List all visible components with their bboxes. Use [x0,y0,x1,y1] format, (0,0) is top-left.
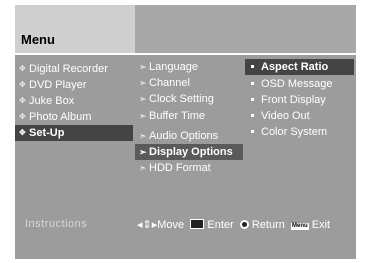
arrow-bullet-icon: ➣ [139,62,147,72]
square-bullet-icon [251,98,254,101]
instructions-keys: ◂⇕▸Move Enter Return Menu Exit [137,218,330,231]
move-label: Move [157,219,185,231]
diamond-bullet-icon: ✥ [19,128,26,137]
menu-item-photo-album[interactable]: ✥ Photo Album [15,109,133,125]
bottom-area [15,237,356,259]
menu-item-juke-box[interactable]: ✥ Juke Box [15,93,133,109]
option-osd-message[interactable]: OSD Message [245,76,354,92]
submenu-item-audio-options[interactable]: ➣ Audio Options [135,128,243,144]
arrow-bullet-icon: ➣ [139,163,147,173]
submenu-item-hdd-format[interactable]: ➣ HDD Format [135,160,243,176]
submenu-item-clock-setting[interactable]: ➣ Clock Setting [135,91,243,107]
option-aspect-ratio[interactable]: Aspect Ratio [245,59,354,75]
menu-panel: Menu ✥ Digital Recorder ✥ DVD Player ✥ J… [15,5,356,259]
square-bullet-icon [251,114,254,117]
menu-title: Menu [21,32,55,47]
menu-key-icon: Menu [291,223,309,230]
option-video-out[interactable]: Video Out [245,108,354,124]
enter-label: Enter [207,219,234,231]
menu-item-set-up[interactable]: ✥ Set-Up [15,125,133,141]
instructions-label: Instructions [25,218,88,230]
title-bar-right [135,5,356,53]
menu-item-dvd-player[interactable]: ✥ DVD Player [15,77,133,93]
title-bar: Menu [15,5,356,53]
diamond-bullet-icon: ✥ [19,80,26,89]
return-label: Return [251,219,285,231]
square-bullet-icon [251,65,254,68]
square-bullet-icon [251,130,254,133]
title-divider [15,53,356,55]
arrow-bullet-icon: ➣ [139,131,147,141]
diamond-bullet-icon: ✥ [19,112,26,121]
menu-item-digital-recorder[interactable]: ✥ Digital Recorder [15,61,133,77]
submenu-item-channel[interactable]: ➣ Channel [135,75,243,91]
option-color-system[interactable]: Color System [245,124,354,140]
diamond-bullet-icon: ✥ [19,64,26,73]
move-arrows-icon: ◂⇕▸ [137,219,158,231]
return-key-icon [239,220,249,229]
instructions-bar: Instructions ◂⇕▸Move Enter Return Menu E… [15,213,356,237]
arrow-bullet-icon: ➣ [139,78,147,88]
enter-key-icon [190,219,205,229]
arrow-bullet-icon: ➣ [139,147,147,157]
submenu-item-display-options[interactable]: ➣ Display Options [135,144,243,160]
exit-label: Exit [311,219,331,231]
square-bullet-icon [251,82,254,85]
arrow-bullet-icon: ➣ [139,94,147,104]
option-front-display[interactable]: Front Display [245,92,354,108]
diamond-bullet-icon: ✥ [19,96,26,105]
arrow-bullet-icon: ➣ [139,111,147,121]
submenu-item-buffer-time[interactable]: ➣ Buffer Time [135,108,243,124]
submenu-item-language[interactable]: ➣ Language [135,59,243,75]
